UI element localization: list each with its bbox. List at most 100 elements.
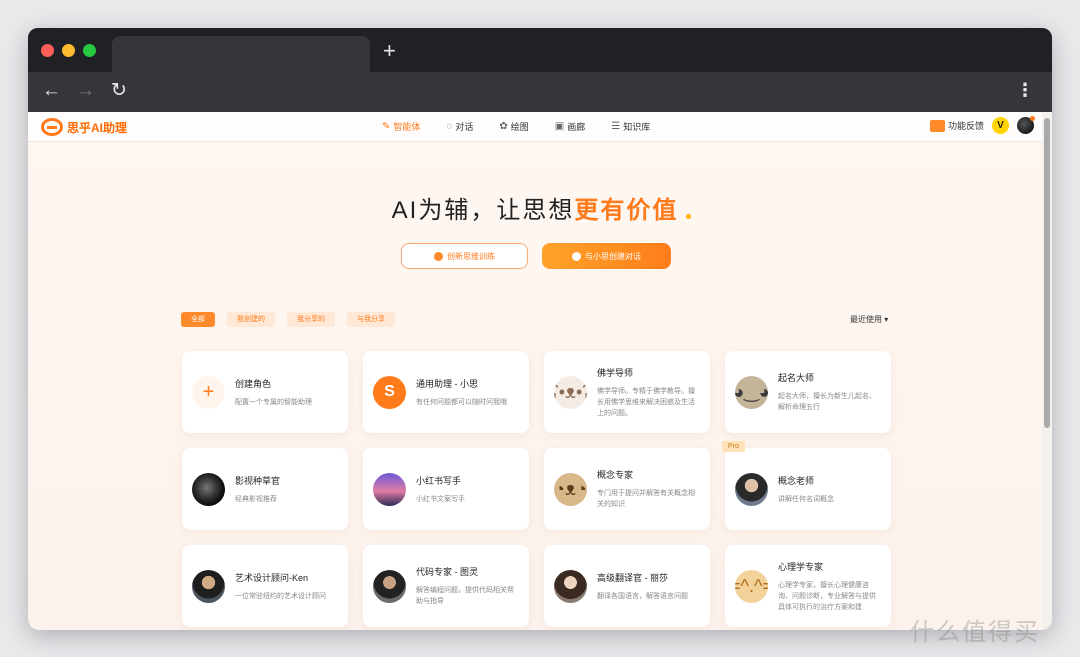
agent-card-title: 创建角色: [235, 378, 272, 389]
agent-card-title: 小红书写手: [416, 475, 462, 486]
browser-window: + ← → ↻ ⋮ 思乎AI助理 ✎ 智能体 ◌ 对话 ✿ 绘图 ▣ 画廊 ☰ 知识库 功能反馈 …: [28, 28, 1052, 630]
start-chat-button[interactable]: 与小思创建对话: [542, 243, 671, 269]
watermark-text: 什么值得买: [910, 619, 1040, 646]
logo-icon: [41, 118, 63, 136]
agent-card[interactable]: 影视种草官经典影视推荐: [182, 448, 348, 530]
agent-card-text: 高级翻译官 - 丽莎翻译各国语言，解答语言问题: [597, 571, 688, 602]
agent-card-title: 高级翻译官 - 丽莎: [597, 572, 668, 583]
agent-card[interactable]: ◔ᴥ◔ 概念专家 专门用于提问并解答有关概念相关的知识: [544, 448, 710, 530]
lightbulb-icon: [434, 251, 443, 261]
agent-card-text: 影视种草官经典影视推荐: [235, 474, 280, 505]
plus-icon: +: [192, 375, 225, 409]
agent-card[interactable]: 代码专家 - 图灵解答编程问题，提供代码相关帮助与指导: [363, 545, 529, 627]
nav-item-0[interactable]: ✎ 智能体: [382, 120, 420, 133]
agent-card-desc: 一位常驻纽约的艺术设计顾问: [235, 592, 326, 600]
moon-avatar: [192, 472, 225, 506]
agent-card-desc: 心理学专家，擅长心理健康咨询、问题诊断，专业解答与提供具体可执行的治疗方案和建: [778, 581, 876, 611]
panda-avatar: ◕‿◕: [735, 375, 768, 409]
agent-card[interactable]: ◕‿◕ 起名大师 起名大师，擅长为新生儿起名、解析命理五行: [725, 351, 891, 433]
agent-card-desc: 配置一个专属的智能助理: [235, 398, 312, 406]
close-window-button[interactable]: [41, 44, 54, 57]
person-avatar: [554, 569, 587, 603]
agent-card-text: 小红书写手小红书文案写手: [416, 474, 465, 505]
start-chat-label: 与小思创建对话: [585, 251, 641, 261]
agent-card-desc: 小红书文案写手: [416, 495, 465, 503]
vip-badge-icon[interactable]: V: [992, 117, 1009, 134]
brand-logo[interactable]: 思乎AI助理: [41, 118, 127, 136]
agent-card-title: 代码专家 - 图灵: [416, 567, 478, 577]
agent-card[interactable]: 艺术设计顾问-Ken 一位常驻纽约的艺术设计顾问: [182, 545, 348, 627]
agent-card-text: 代码专家 - 图灵解答编程问题，提供代码相关帮助与指导: [416, 565, 519, 607]
window-controls: [41, 44, 96, 57]
pro-badge: Pro: [722, 441, 745, 452]
sparkle-pen-icon: ✎: [382, 121, 391, 132]
filter-chip-3[interactable]: 与我分享: [347, 312, 395, 327]
header-actions: 功能反馈 V: [929, 116, 1035, 134]
person-avatar: [192, 569, 225, 603]
agent-card[interactable]: ʕ•ᴥ•ʔ 佛学导师 佛学导师。专精于佛学教导。擅长用佛学思维来解决困惑及生活上的问…: [544, 351, 710, 433]
agent-card-title: 影视种草官: [235, 475, 281, 486]
nav-item-label: 对话: [455, 122, 474, 132]
nav-item-1[interactable]: ◌ 对话: [446, 120, 473, 133]
forward-arrow-icon[interactable]: →: [76, 80, 95, 102]
bear-avatar: ʕ•ᴥ•ʔ: [554, 375, 587, 409]
agent-card-desc: 有任何问题都可以随时问我哦: [416, 398, 507, 406]
agent-card[interactable]: 小红书写手小红书文案写手: [363, 448, 529, 530]
database-icon: ☰: [611, 121, 621, 132]
feedback-button[interactable]: 功能反馈: [929, 119, 984, 132]
agent-card[interactable]: 高级翻译官 - 丽莎翻译各国语言，解答语言问题: [544, 545, 710, 627]
agent-card-desc: 讲解任何名词概念: [778, 495, 834, 503]
agent-card-desc: 起名大师，擅长为新生儿起名、解析命理五行: [778, 393, 876, 411]
page-viewport: 思乎AI助理 ✎ 智能体 ◌ 对话 ✿ 绘图 ▣ 画廊 ☰ 知识库 功能反馈 V AI为辅，让思想…: [28, 112, 1052, 630]
browser-tab-active[interactable]: [112, 36, 370, 72]
page-scrollbar[interactable]: [1042, 112, 1052, 630]
filter-chip-2[interactable]: 我分享的: [287, 312, 335, 327]
nav-item-label: 画廊: [567, 122, 586, 132]
agent-card-desc: 解答编程问题，提供代码相关帮助与指导: [416, 587, 514, 605]
brand-logo-avatar: S: [373, 375, 406, 409]
agent-card-title: 艺术设计顾问-Ken: [235, 572, 309, 583]
hero-title: AI为辅，让思想更有价值: [28, 190, 1042, 225]
innovation-training-label: 创新思维训练: [447, 251, 495, 261]
scrollbar-thumb[interactable]: [1044, 118, 1050, 428]
hero-title-highlight: 更有价值: [574, 197, 679, 224]
filter-chip-1[interactable]: 我创建的: [227, 312, 275, 327]
new-tab-button[interactable]: +: [383, 38, 396, 64]
back-arrow-icon[interactable]: ←: [42, 80, 61, 102]
sort-dropdown[interactable]: 最近使用 ▾: [850, 314, 888, 325]
nav-item-label: 智能体: [393, 122, 421, 132]
person-avatar: [735, 472, 768, 506]
cat-avatar: =^.^=: [735, 569, 768, 603]
agent-card-text: 概念老师讲解任何名词概念: [778, 474, 834, 505]
browser-menu-icon[interactable]: ⋮: [1016, 80, 1034, 101]
agent-card-desc: 专门用于提问并解答有关概念相关的知识: [597, 490, 695, 508]
agent-card-desc: 经典影视推荐: [235, 495, 277, 503]
reload-icon[interactable]: ↻: [111, 80, 127, 102]
dog-avatar: ◔ᴥ◔: [554, 472, 587, 506]
user-avatar[interactable]: [1017, 116, 1035, 134]
agent-card[interactable]: S 通用助理 - 小思 有任何问题都可以随时问我哦: [363, 351, 529, 433]
agent-grid: + 创建角色配置一个专属的智能助理 S 通用助理 - 小思 有任何问题都可以随时问我哦 ʕ…: [182, 351, 891, 627]
agent-card-desc: 翻译各国语言，解答语言问题: [597, 592, 688, 600]
agent-card[interactable]: =^.^= 心理学专家心理学专家，擅长心理健康咨询、问题诊断，专业解答与提供具体可…: [725, 545, 891, 627]
nav-item-3[interactable]: ▣ 画廊: [555, 120, 585, 133]
agent-card-text: 通用助理 - 小思 有任何问题都可以随时问我哦: [416, 377, 507, 408]
nav-item-4[interactable]: ☰ 知识库: [611, 120, 650, 133]
site-header: 思乎AI助理 ✎ 智能体 ◌ 对话 ✿ 绘图 ▣ 画廊 ☰ 知识库 功能反馈 V: [28, 112, 1052, 142]
agent-card-title: 概念老师: [778, 475, 815, 486]
agent-card-text: 艺术设计顾问-Ken 一位常驻纽约的艺术设计顾问: [235, 571, 326, 602]
maximize-window-button[interactable]: [83, 44, 96, 57]
agent-card-text: 创建角色配置一个专属的智能助理: [235, 377, 312, 408]
filter-chip-0[interactable]: 全部: [181, 312, 215, 327]
innovation-training-button[interactable]: 创新思维训练: [401, 243, 528, 269]
hero-accent-dot: [686, 214, 691, 219]
minimize-window-button[interactable]: [62, 44, 75, 57]
nav-item-label: 绘图: [510, 122, 529, 132]
agent-card[interactable]: Pro 概念老师讲解任何名词概念: [722, 441, 891, 530]
agent-card[interactable]: + 创建角色配置一个专属的智能助理: [182, 351, 348, 433]
person-avatar: [373, 569, 406, 603]
agent-card-title: 心理学专家: [778, 561, 824, 572]
agent-card-title: 佛学导师: [597, 367, 634, 378]
agent-card-text: 起名大师 起名大师，擅长为新生儿起名、解析命理五行: [778, 371, 881, 413]
nav-item-2[interactable]: ✿ 绘图: [499, 120, 528, 133]
